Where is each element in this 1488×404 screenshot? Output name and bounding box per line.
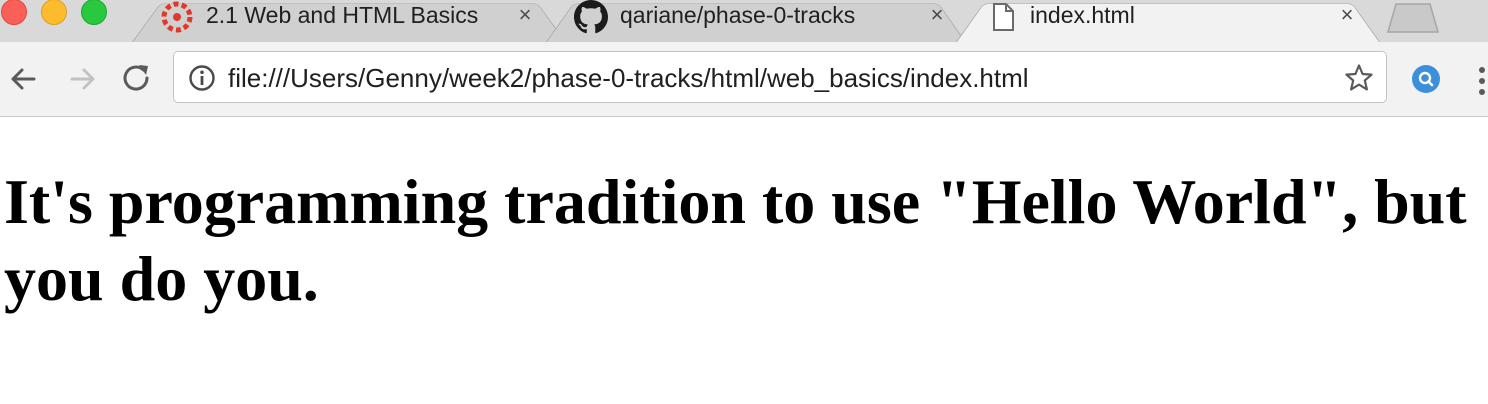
canvas-logo-icon — [161, 1, 193, 33]
tab-web-html-basics[interactable]: 2.1 Web and HTML Basics × — [132, 0, 566, 42]
extension-search-icon[interactable] — [1411, 64, 1441, 94]
github-icon — [574, 0, 608, 34]
new-tab-button[interactable] — [1384, 2, 1442, 34]
back-arrow-icon[interactable] — [4, 59, 44, 99]
reload-icon[interactable] — [117, 59, 157, 99]
window-zoom-button[interactable] — [81, 0, 107, 25]
url-text[interactable]: file:///Users/Genny/week2/phase-0-tracks… — [228, 62, 1029, 94]
browser-toolbar: file:///Users/Genny/week2/phase-0-tracks… — [0, 42, 1488, 117]
tab-close-icon[interactable]: × — [1334, 2, 1360, 28]
tab-title: index.html — [1030, 2, 1135, 28]
tab-close-icon[interactable]: × — [924, 2, 950, 28]
menu-kebab-icon[interactable] — [1476, 64, 1488, 98]
tab-close-icon[interactable]: × — [512, 2, 538, 28]
document-icon — [993, 3, 1014, 31]
tab-strip: 2.1 Web and HTML Basics × qariane/phase-… — [0, 0, 1488, 42]
forward-arrow-icon[interactable] — [62, 59, 102, 99]
window-close-button[interactable] — [1, 0, 27, 25]
page-heading: It's programming tradition to use "Hello… — [4, 166, 1467, 314]
page-content: It's programming tradition to use "Hello… — [0, 117, 1488, 404]
tab-title: 2.1 Web and HTML Basics — [206, 2, 479, 28]
window-minimize-button[interactable] — [41, 0, 67, 25]
address-bar[interactable]: file:///Users/Genny/week2/phase-0-tracks… — [173, 51, 1387, 103]
tab-index-html[interactable]: index.html × — [956, 0, 1380, 42]
tab-github-repo[interactable]: qariane/phase-0-tracks × — [546, 0, 966, 42]
tab-title: qariane/phase-0-tracks — [620, 2, 856, 28]
info-icon[interactable] — [188, 64, 216, 92]
bookmark-star-icon[interactable] — [1344, 63, 1374, 93]
